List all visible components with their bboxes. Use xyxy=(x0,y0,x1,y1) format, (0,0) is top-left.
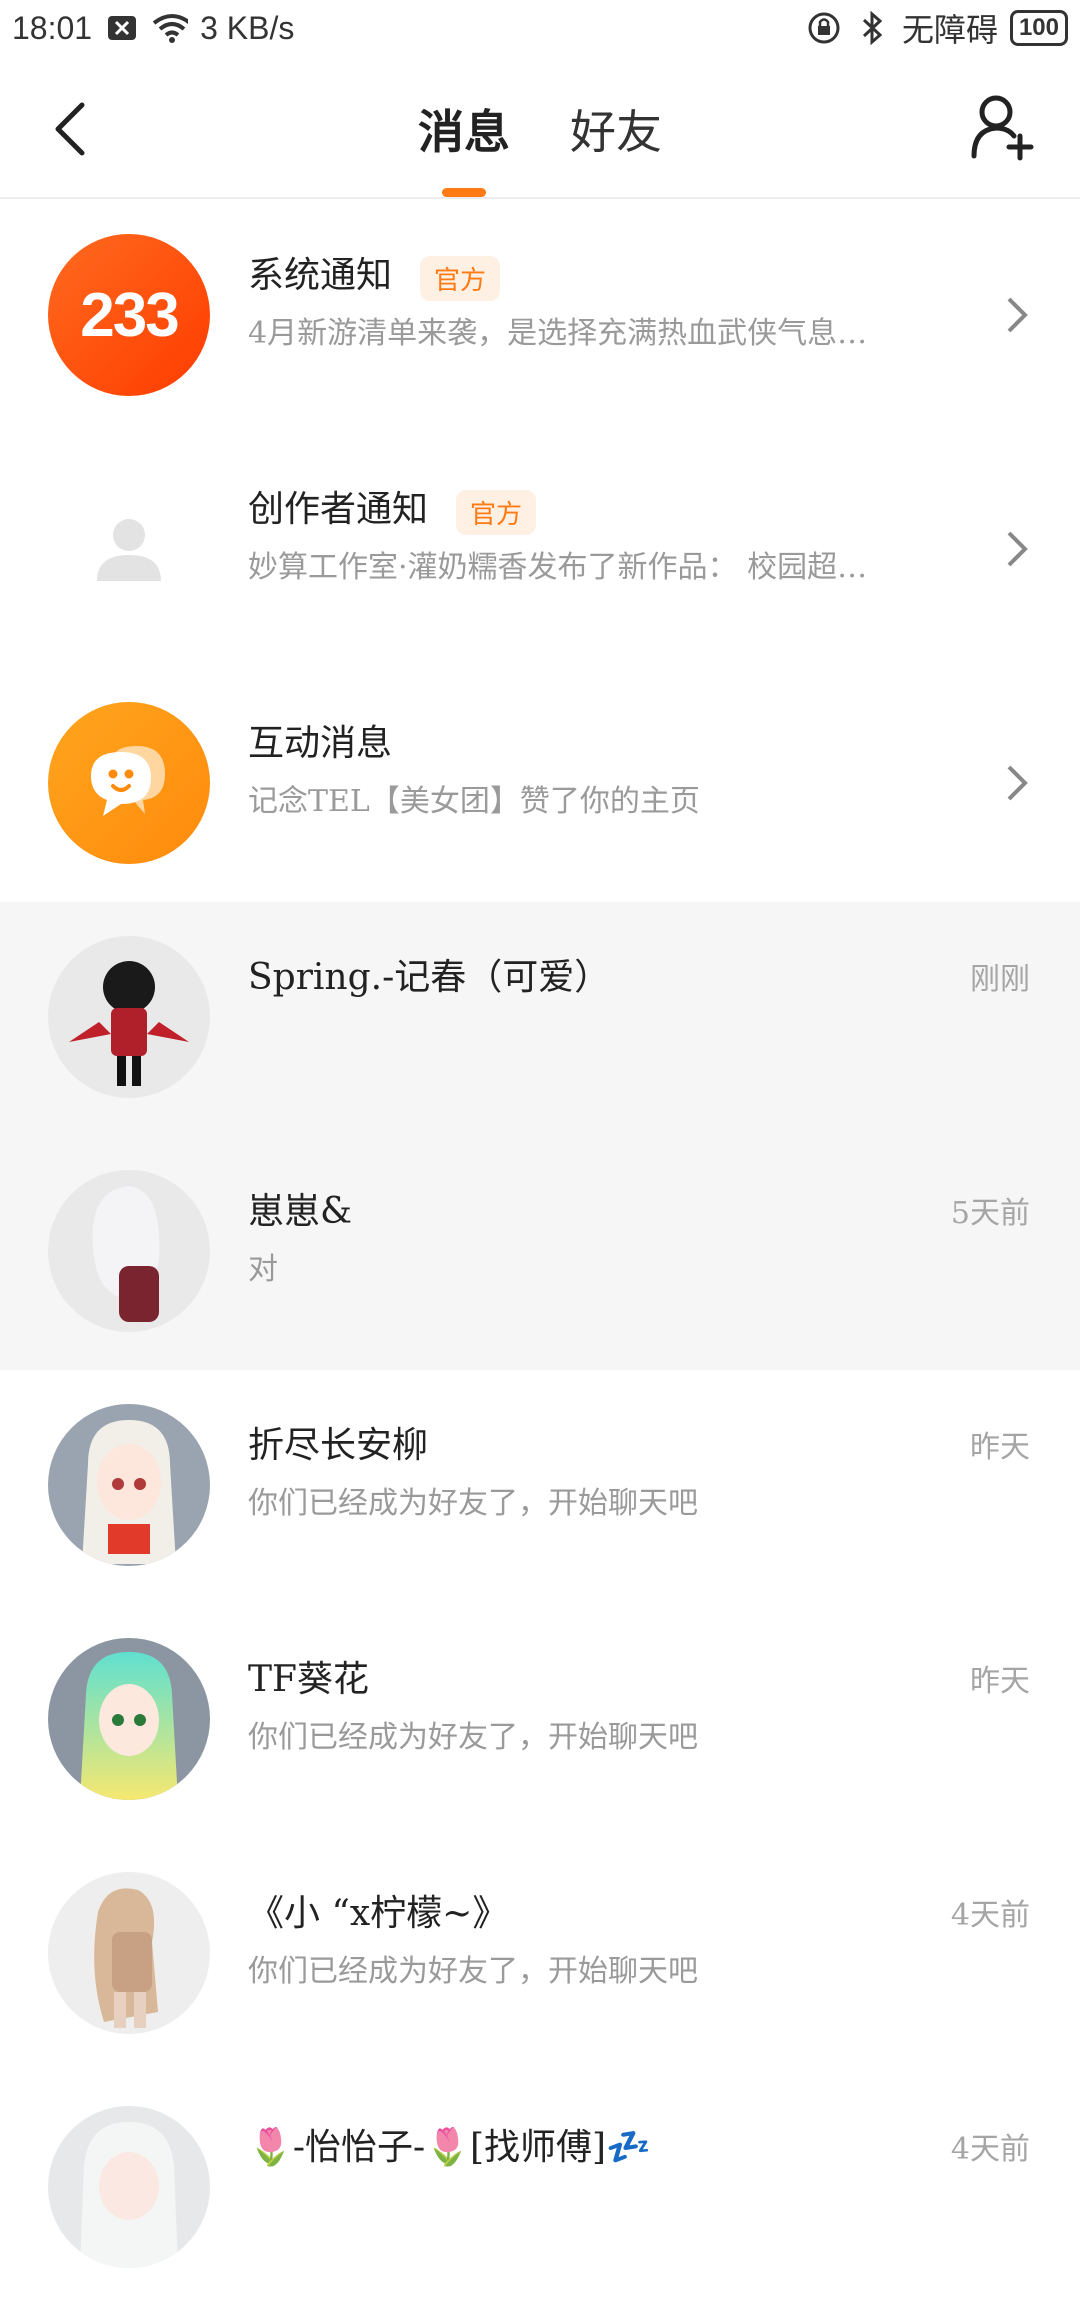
chat-bubble-icon xyxy=(91,746,165,816)
row-preview: 记念TEL【美女团】赞了你的主页 xyxy=(248,784,700,819)
chevron-right-icon xyxy=(1002,524,1032,574)
official-badge: 官方 xyxy=(420,255,501,301)
accessibility-label: 无障碍 xyxy=(901,12,998,48)
list-item-chat[interactable]: Spring.-记春（可爱） 刚刚 xyxy=(0,902,1080,1136)
row-name: 🌷-怡怡子-🌷[找师傅]💤 xyxy=(248,2127,651,2168)
back-button[interactable] xyxy=(40,94,100,164)
row-name: 创作者通知 官方 xyxy=(248,480,537,535)
row-name-text: 系统通知 xyxy=(248,255,393,296)
row-preview: 妙算工作室·灌奶糯香发布了新作品： 校园超… xyxy=(248,550,868,585)
row-time: 刚刚 xyxy=(970,962,1030,997)
row-time: 4天前 xyxy=(950,2132,1030,2167)
user-avatar xyxy=(48,936,210,1098)
system-avatar-label: 233 xyxy=(80,280,179,350)
row-preview: 你们已经成为好友了，开始聊天吧 xyxy=(248,1954,698,1989)
network-speed: 3 KB/s xyxy=(200,9,295,46)
chevron-right-icon xyxy=(1002,758,1032,808)
row-preview: 你们已经成为好友了，开始聊天吧 xyxy=(248,1720,698,1755)
list-item-chat[interactable]: 崽崽& 对 5天前 xyxy=(0,1136,1080,1370)
user-avatar xyxy=(48,1404,210,1566)
battery-level: 100 xyxy=(1018,14,1059,41)
add-friend-icon xyxy=(971,95,1034,161)
interaction-avatar xyxy=(48,702,210,864)
row-name: 系统通知 官方 xyxy=(248,246,501,301)
list-item-chat[interactable]: 🌷-怡怡子-🌷[找师傅]💤 4天前 xyxy=(0,2072,1080,2306)
back-arrow-icon xyxy=(55,102,85,156)
top-bar: 消息 好友 xyxy=(0,56,1080,199)
close-notification-icon xyxy=(104,10,140,46)
row-name: 互动消息 xyxy=(248,723,393,764)
row-time: 4天前 xyxy=(950,1898,1030,1933)
system-avatar: 233 xyxy=(48,234,210,396)
row-time: 昨天 xyxy=(970,1664,1030,1699)
user-avatar xyxy=(48,1638,210,1800)
message-list: 233 系统通知 官方 4月新游清单来袭，是选择充满热血武侠气息… 创作者通知 官方… xyxy=(0,200,1080,2306)
user-avatar xyxy=(48,1872,210,2034)
chevron-right-icon xyxy=(1002,290,1032,340)
row-name: Spring.-记春（可爱） xyxy=(248,957,611,998)
tab-friends[interactable]: 好友 xyxy=(570,96,662,162)
user-avatar xyxy=(48,2106,210,2268)
bluetooth-icon xyxy=(854,10,890,46)
row-name-text: 创作者通知 xyxy=(248,489,429,530)
row-time: 5天前 xyxy=(950,1196,1030,1231)
user-avatar xyxy=(48,1170,210,1332)
list-item-chat[interactable]: 《小 “x柠檬~》 你们已经成为好友了，开始聊天吧 4天前 xyxy=(0,1838,1080,2072)
row-time: 昨天 xyxy=(970,1430,1030,1465)
user-placeholder-icon xyxy=(97,519,161,581)
status-bar: 18:01 3 KB/s 无障碍 100 xyxy=(0,0,1080,56)
list-item-interaction-notice[interactable]: 互动消息 记念TEL【美女团】赞了你的主页 xyxy=(0,668,1080,902)
battery-icon: 100 xyxy=(1009,10,1068,46)
row-name: 《小 “x柠檬~》 xyxy=(248,1893,509,1934)
tab-messages[interactable]: 消息 xyxy=(418,96,510,162)
wifi-icon xyxy=(152,10,189,46)
row-preview: 对 xyxy=(248,1252,278,1287)
add-friend-button[interactable] xyxy=(966,90,1040,164)
list-item-chat[interactable]: 折尽长安柳 你们已经成为好友了，开始聊天吧 昨天 xyxy=(0,1370,1080,1604)
row-preview: 你们已经成为好友了，开始聊天吧 xyxy=(248,1486,698,1521)
row-name: 折尽长安柳 xyxy=(248,1425,429,1466)
row-preview: 4月新游清单来袭，是选择充满热血武侠气息… xyxy=(248,316,868,351)
row-name: TF葵花 xyxy=(248,1659,369,1700)
status-time: 18:01 xyxy=(12,9,93,46)
active-tab-indicator xyxy=(442,188,486,197)
list-item-system-notice[interactable]: 233 系统通知 官方 4月新游清单来袭，是选择充满热血武侠气息… xyxy=(0,200,1080,434)
list-item-chat[interactable]: TF葵花 你们已经成为好友了，开始聊天吧 昨天 xyxy=(0,1604,1080,1838)
official-badge: 官方 xyxy=(456,489,537,535)
list-item-creator-notice[interactable]: 创作者通知 官方 妙算工作室·灌奶糯香发布了新作品： 校园超… xyxy=(0,434,1080,668)
row-name: 崽崽& xyxy=(248,1191,353,1232)
creator-avatar xyxy=(48,468,210,630)
rotation-lock-icon xyxy=(806,10,842,46)
